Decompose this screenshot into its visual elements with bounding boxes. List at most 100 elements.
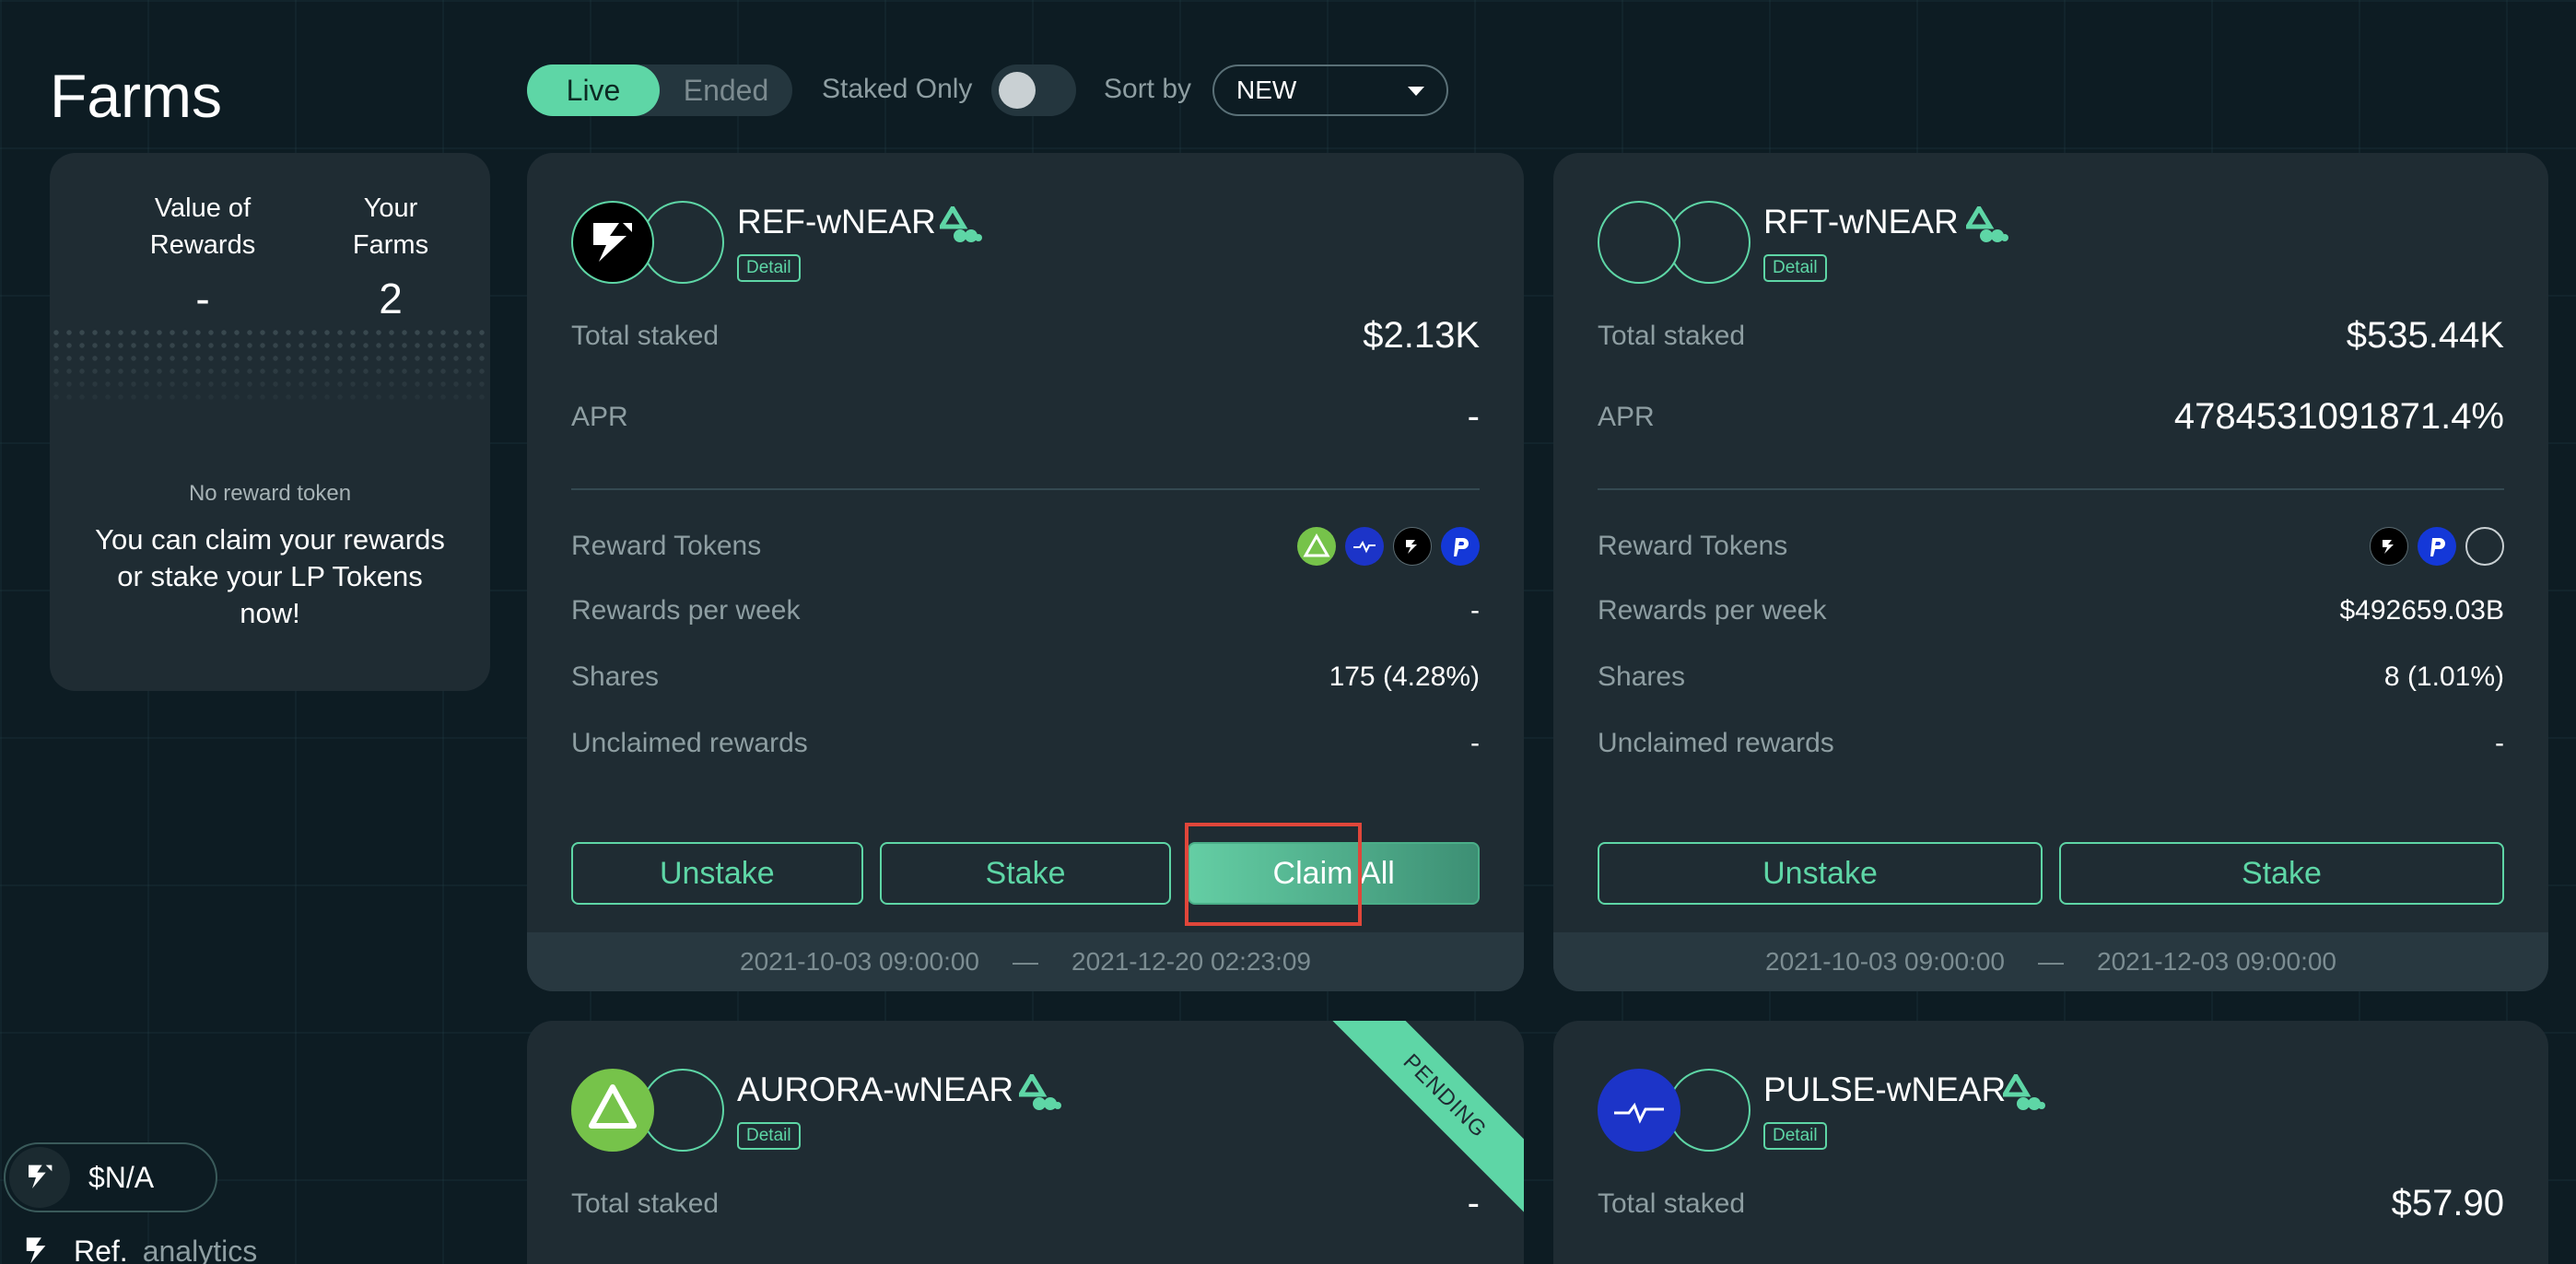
value-of-rewards-value: -	[195, 275, 210, 322]
apr-value: -	[1467, 396, 1480, 437]
reward-tokens-row: Reward Tokens	[571, 527, 1480, 566]
apr-row: APR 4784531091871.4%	[1598, 396, 2504, 438]
claim-all-highlight	[1185, 823, 1362, 926]
date-separator: —	[1013, 947, 1038, 976]
shares-value: 175 (4.28%)	[1329, 661, 1480, 692]
page-title: Farms	[50, 62, 222, 130]
farm-date-range: 2021-10-03 09:00:00 — 2021-12-20 02:23:0…	[527, 932, 1524, 991]
ref-price-pill[interactable]: $N/A	[4, 1142, 217, 1212]
apr-label: APR	[1598, 401, 1655, 432]
boost-icon	[940, 206, 982, 242]
no-reward-token-text: No reward token	[188, 481, 352, 506]
ref-token-icon	[571, 201, 654, 284]
reward-token-list	[1297, 527, 1480, 566]
your-farms: Your Farms 2	[326, 190, 455, 322]
chevron-down-icon	[1408, 87, 1424, 96]
detail-link[interactable]: Detail	[737, 254, 801, 282]
farm-name: PULSE-wNEAR	[1763, 1071, 2007, 1108]
unclaimed-rewards-label: Unclaimed rewards	[1598, 728, 1834, 758]
dot-pattern	[50, 326, 490, 405]
rewards-summary-card: Value of Rewards - Your Farms 2 No rewar…	[50, 153, 490, 691]
paras-token-icon[interactable]	[1441, 527, 1480, 566]
stake-button[interactable]: Stake	[879, 842, 1172, 905]
total-staked-value: -	[1467, 1183, 1480, 1223]
detail-link[interactable]: Detail	[737, 1122, 801, 1150]
rewards-per-week-label: Rewards per week	[1598, 595, 1827, 626]
rft-token-icon	[1598, 201, 1680, 284]
blank-token-icon[interactable]	[2465, 527, 2504, 566]
date-separator: —	[2038, 947, 2064, 976]
reward-token-list	[2370, 527, 2504, 566]
staked-only-label: Staked Only	[822, 74, 973, 104]
rewards-per-week-label: Rewards per week	[571, 595, 801, 626]
rewards-per-week-row: Rewards per week -	[571, 595, 1480, 626]
rewards-per-week-row: Rewards per week $492659.03B	[1598, 595, 2504, 626]
switch-knob	[999, 72, 1036, 109]
reward-tokens-label: Reward Tokens	[571, 531, 762, 561]
farm-card-aurora-wnear: AURORA-wNEAR Detail PENDING Total staked…	[527, 1021, 1524, 1264]
brand-sub: analytics	[142, 1234, 258, 1264]
ref-price: $N/A	[88, 1160, 155, 1194]
pulse-token-icon[interactable]	[1345, 527, 1384, 566]
boost-icon	[1966, 206, 2008, 242]
aurora-token-icon	[571, 1069, 654, 1152]
divider	[1598, 488, 2504, 490]
unclaimed-rewards-value: -	[1470, 728, 1480, 758]
farm-name: AURORA-wNEAR	[737, 1071, 1014, 1108]
value-of-rewards-label: Value of Rewards	[149, 193, 256, 260]
ref-brand-icon	[26, 1237, 46, 1264]
your-farms-label: Your Farms	[352, 193, 429, 260]
ref-token-icon[interactable]	[1393, 527, 1432, 566]
shares-value: 8 (1.01%)	[2383, 661, 2504, 692]
farm-card-pulse-wnear: PULSE-wNEAR Detail Total staked $57.90	[1553, 1021, 2548, 1264]
sort-value: NEW	[1236, 76, 1297, 104]
boost-icon	[2003, 1074, 2045, 1110]
pulse-token-icon	[1598, 1069, 1680, 1152]
paras-token-icon[interactable]	[2418, 527, 2456, 566]
sort-select[interactable]: NEW	[1212, 64, 1448, 116]
detail-link[interactable]: Detail	[1763, 254, 1827, 282]
boost-icon	[1019, 1074, 1061, 1110]
ended-tab[interactable]: Ended	[660, 64, 792, 116]
detail-link[interactable]: Detail	[1763, 1122, 1827, 1150]
rewards-per-week-value: -	[1470, 595, 1480, 626]
shares-label: Shares	[1598, 661, 1686, 692]
total-staked-label: Total staked	[571, 1188, 720, 1219]
start-date: 2021-10-03 09:00:00	[740, 947, 979, 976]
value-of-rewards: Value of Rewards -	[131, 190, 275, 322]
staked-only-switch[interactable]	[991, 64, 1076, 116]
your-farms-value: 2	[379, 275, 403, 322]
live-ended-toggle[interactable]: Live Ended	[527, 64, 792, 116]
reward-tokens-label: Reward Tokens	[1598, 531, 1788, 561]
ref-token-icon[interactable]	[2370, 527, 2408, 566]
apr-label: APR	[571, 401, 628, 432]
total-staked-label: Total staked	[1598, 320, 1746, 351]
token-pair-icons	[571, 1069, 728, 1152]
total-staked-value: $57.90	[2391, 1183, 2504, 1223]
total-staked-row: Total staked -	[571, 1183, 1480, 1224]
total-staked-row: Total staked $2.13K	[571, 315, 1480, 357]
live-tab[interactable]: Live	[527, 64, 660, 116]
claim-note: You can claim your rewards or stake your…	[95, 523, 445, 629]
unstake-button[interactable]: Unstake	[1598, 842, 2043, 905]
shares-label: Shares	[571, 661, 660, 692]
farm-actions: Unstake Stake	[1598, 842, 2504, 905]
unclaimed-rewards-row: Unclaimed rewards -	[571, 728, 1480, 759]
farm-name: RFT-wNEAR	[1763, 203, 1959, 240]
farm-date-range: 2021-10-03 09:00:00 — 2021-12-03 09:00:0…	[1553, 932, 2548, 991]
total-staked-label: Total staked	[1598, 1188, 1746, 1219]
stake-button[interactable]: Stake	[2059, 842, 2504, 905]
unclaimed-rewards-value: -	[2495, 728, 2504, 758]
divider	[571, 488, 1480, 490]
unstake-button[interactable]: Unstake	[571, 842, 863, 905]
ref-analytics-link[interactable]: Ref. analytics	[18, 1231, 257, 1264]
total-staked-value: $2.13K	[1363, 315, 1480, 356]
farm-card-ref-wnear: REF-wNEAR Detail Total staked $2.13K APR…	[527, 153, 1524, 991]
sort-by-label: Sort by	[1104, 74, 1192, 104]
start-date: 2021-10-03 09:00:00	[1765, 947, 2005, 976]
brand-name: Ref.	[74, 1234, 128, 1264]
farm-card-rft-wnear: RFT-wNEAR Detail Total staked $535.44K A…	[1553, 153, 2548, 991]
total-staked-row: Total staked $57.90	[1598, 1183, 2504, 1224]
end-date: 2021-12-20 02:23:09	[1071, 947, 1311, 976]
aurora-token-icon[interactable]	[1297, 527, 1336, 566]
